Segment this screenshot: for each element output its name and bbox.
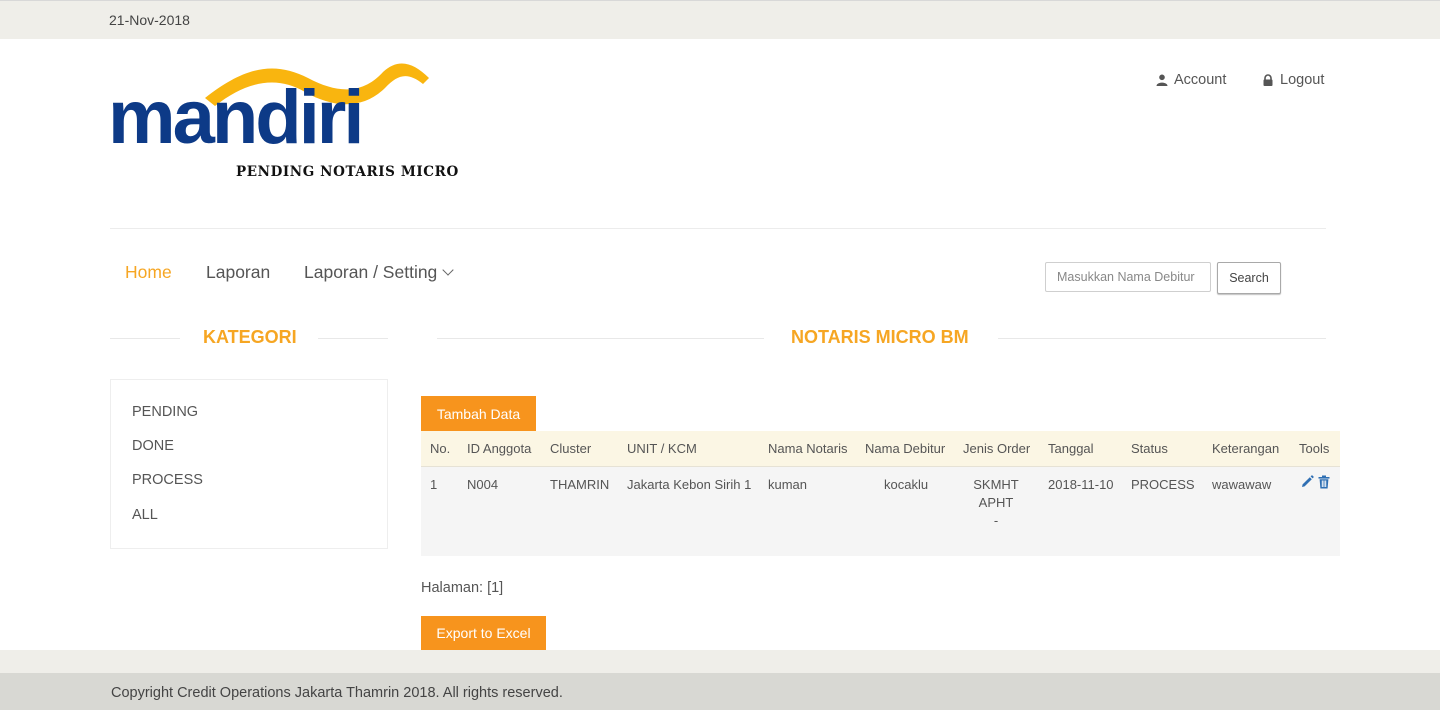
kategori-line-left xyxy=(110,338,180,339)
tambah-data-button[interactable]: Tambah Data xyxy=(421,396,536,431)
kategori-line-right xyxy=(318,338,388,339)
nav-home[interactable]: Home xyxy=(125,262,172,283)
cell-jenis-order-1: SKMHT xyxy=(973,477,1019,492)
kategori-item-all[interactable]: ALL xyxy=(132,507,158,523)
main-line-right xyxy=(998,338,1326,339)
column-header-status: Status xyxy=(1131,441,1168,456)
nav-laporan-setting[interactable]: Laporan / Setting xyxy=(304,262,454,283)
column-header-cluster: Cluster xyxy=(550,441,592,456)
column-header-id-anggota: ID Anggota xyxy=(467,441,532,456)
column-header-keterangan: Keterangan xyxy=(1212,441,1280,456)
kategori-item-pending[interactable]: PENDING xyxy=(132,404,198,420)
column-header-jenis-order: Jenis Order xyxy=(963,441,1031,456)
main-line-left xyxy=(437,338,764,339)
cell-nama-debitur: kocaklu xyxy=(884,477,929,492)
kategori-title: KATEGORI xyxy=(203,327,297,347)
cell-no: 1 xyxy=(430,477,438,492)
trash-icon[interactable] xyxy=(1317,475,1331,489)
header-divider xyxy=(110,228,1326,229)
cell-status: PROCESS xyxy=(1131,477,1195,492)
pagination: Halaman: [1] xyxy=(421,580,504,596)
kategori-item-process[interactable]: PROCESS xyxy=(132,472,203,488)
column-header-tanggal: Tanggal xyxy=(1048,441,1094,456)
logout-label: Logout xyxy=(1280,72,1325,88)
search-input[interactable] xyxy=(1045,262,1211,292)
main-title: NOTARIS MICRO BM xyxy=(791,327,969,347)
kategori-item-done[interactable]: DONE xyxy=(132,438,174,454)
nav-laporan-setting-label: Laporan / Setting xyxy=(304,262,438,282)
cell-jenis-order-2: APHT xyxy=(978,495,1014,510)
pencil-icon[interactable] xyxy=(1300,475,1314,489)
footer: Copyright Credit Operations Jakarta Tham… xyxy=(0,673,1440,710)
cell-jenis-order-3: - xyxy=(993,513,999,528)
nav-laporan[interactable]: Laporan xyxy=(206,262,270,283)
cell-unit: Jakarta Kebon Sirih 1 xyxy=(627,477,752,492)
cell-nama-notaris: kuman xyxy=(768,477,808,492)
table-header: No. ID Anggota Cluster UNIT / KCM Nama N… xyxy=(421,431,1340,467)
cell-keterangan: wawawaw xyxy=(1212,477,1272,492)
cell-cluster: THAMRIN xyxy=(550,477,610,492)
logout-link[interactable]: Logout xyxy=(1262,72,1324,88)
mandiri-logo: mandiri PENDING NOTARIS MICRO xyxy=(108,58,488,188)
account-link[interactable]: Account xyxy=(1156,72,1226,88)
column-header-tools: Tools xyxy=(1299,441,1330,456)
logo-brand-text: mandiri xyxy=(108,75,364,160)
footer-band xyxy=(0,650,1440,673)
footer-copyright: Copyright Credit Operations Jakarta Tham… xyxy=(111,685,563,701)
cell-id-anggota: N004 xyxy=(467,477,499,492)
account-label: Account xyxy=(1174,72,1227,88)
lock-icon xyxy=(1263,74,1273,86)
user-icon xyxy=(1156,74,1168,86)
kategori-list: PENDING DONE PROCESS ALL xyxy=(110,379,388,549)
data-table: No. ID Anggota Cluster UNIT / KCM Nama N… xyxy=(421,431,1340,556)
search-button[interactable]: Search xyxy=(1217,262,1281,294)
chevron-down-icon xyxy=(442,264,454,276)
cell-tanggal: 2018-11-10 xyxy=(1048,477,1114,492)
column-header-no: No. xyxy=(430,441,451,456)
top-bar: 21-Nov-2018 xyxy=(0,0,1440,39)
column-header-nama-debitur: Nama Debitur xyxy=(865,441,946,456)
current-date: 21-Nov-2018 xyxy=(109,12,190,28)
column-header-nama-notaris: Nama Notaris xyxy=(768,441,848,456)
column-header-unit: UNIT / KCM xyxy=(627,441,697,456)
export-excel-button[interactable]: Export to Excel xyxy=(421,616,546,650)
logo-subtitle: PENDING NOTARIS MICRO xyxy=(236,164,459,180)
